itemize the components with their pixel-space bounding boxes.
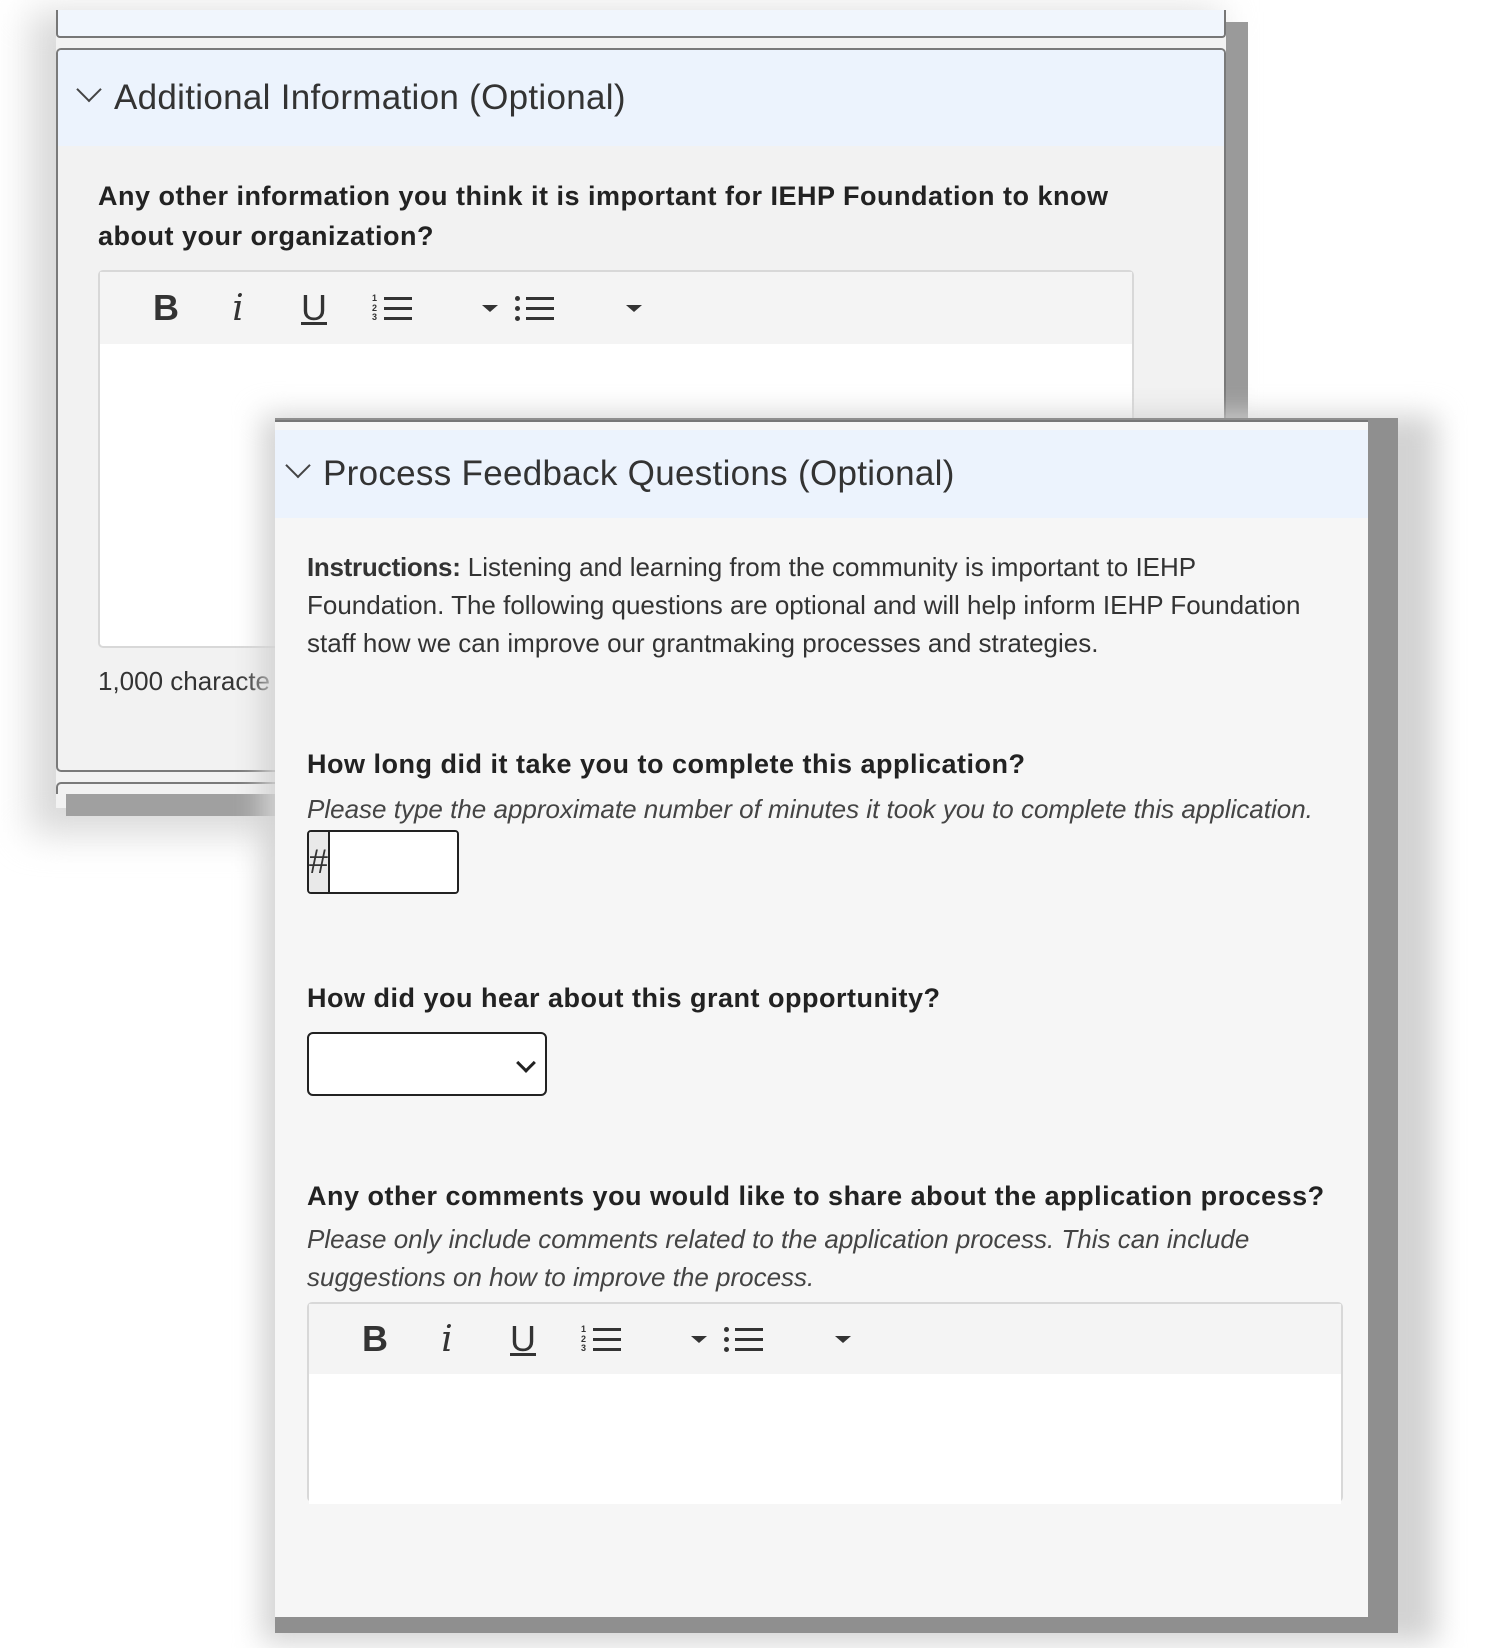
editor-content-area[interactable] [309,1374,1341,1504]
previous-section-edge [56,10,1226,38]
caret-down-icon[interactable] [691,1335,707,1343]
source-question: How did you hear about this grant opport… [307,978,1336,1096]
source-select[interactable] [307,1032,547,1096]
minutes-number-input: # [307,830,459,894]
rich-text-editor: B i U 1 2 3 [307,1302,1343,1504]
chevron-down-icon[interactable] [76,76,102,103]
process-feedback-section: Process Feedback Questions (Optional) In… [275,420,1368,1617]
editor-toolbar: B i U 1 2 3 [100,272,1132,344]
instructions-label: Instructions: [307,552,461,582]
question-hint: Please only include comments related to … [307,1224,1250,1292]
bulleted-list-icon[interactable] [723,1325,763,1353]
caret-down-icon[interactable] [835,1335,851,1343]
additional-info-header[interactable]: Additional Information (Optional) [58,50,1224,146]
chevron-down-icon [516,1053,536,1073]
question-label: Any other information you think it is im… [98,181,1109,251]
caret-down-icon[interactable] [626,304,642,312]
instructions-text: Instructions: Listening and learning fro… [307,548,1336,662]
minutes-field[interactable] [329,832,457,892]
numbered-list-icon[interactable]: 1 2 3 [581,1325,621,1353]
question-label: Any other comments you would like to sha… [307,1181,1325,1211]
minutes-question: How long did it take you to complete thi… [307,744,1336,894]
underline-button[interactable]: U [280,287,348,329]
section-title: Additional Information (Optional) [114,78,626,117]
question-label: How long did it take you to complete thi… [307,749,1026,779]
chevron-down-icon[interactable] [285,452,311,479]
process-feedback-header[interactable]: Process Feedback Questions (Optional) [275,430,1368,518]
number-prefix: # [309,832,330,892]
bulleted-list-icon[interactable] [514,294,554,322]
italic-button[interactable]: i [196,288,280,329]
question-label: How did you hear about this grant opport… [307,983,941,1013]
bold-button[interactable]: B [136,287,196,329]
question-hint: Please type the approximate number of mi… [307,794,1313,824]
underline-button[interactable]: U [489,1318,557,1360]
comments-question: Any other comments you would like to sha… [307,1176,1343,1504]
section-title: Process Feedback Questions (Optional) [323,454,955,493]
bold-button[interactable]: B [345,1318,405,1360]
caret-down-icon[interactable] [482,304,498,312]
italic-button[interactable]: i [405,1319,489,1360]
editor-toolbar: B i U 1 2 3 [309,1304,1341,1374]
numbered-list-icon[interactable]: 1 2 3 [372,294,412,322]
